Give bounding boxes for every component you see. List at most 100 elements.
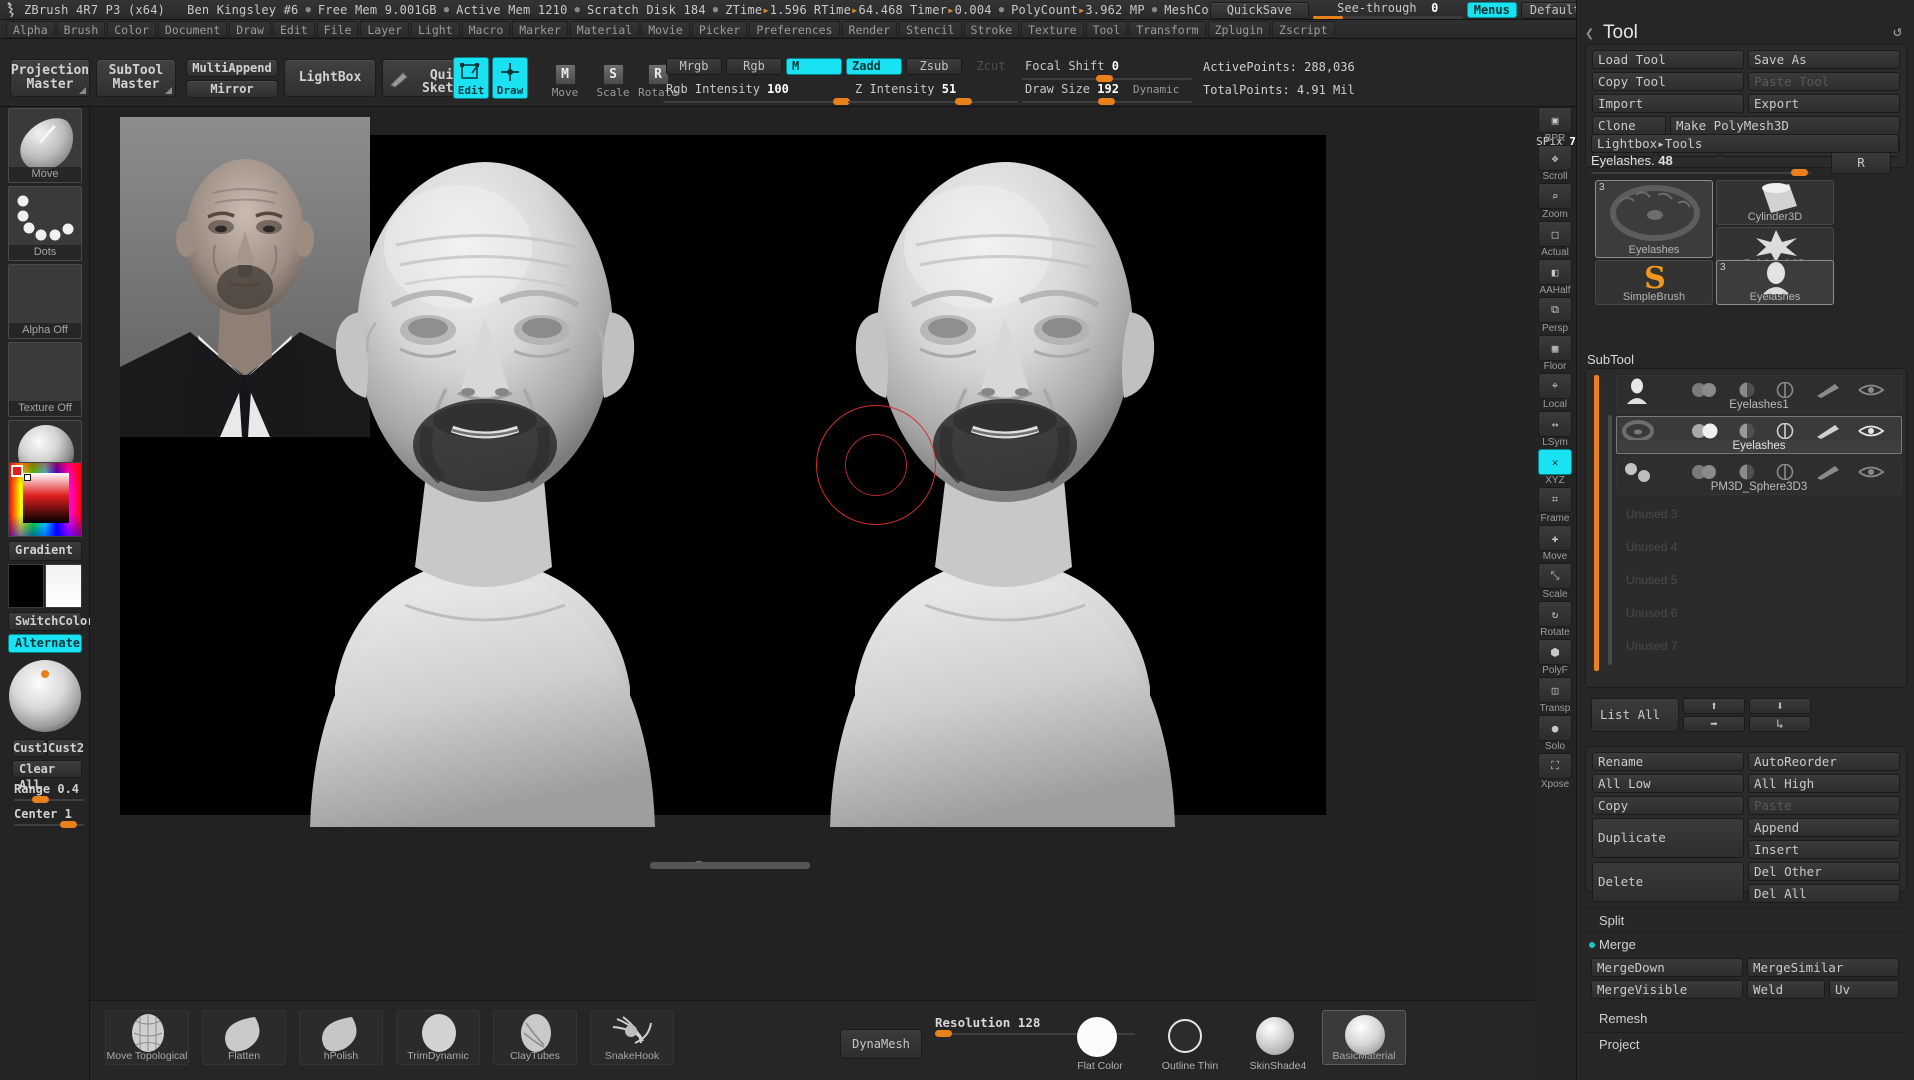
delete-button[interactable]: Delete xyxy=(1592,862,1744,902)
zcut-button[interactable]: Zcut xyxy=(966,58,1016,75)
subtool-toggle-icons[interactable] xyxy=(1689,423,1889,439)
load-tool-button[interactable]: Load Tool xyxy=(1592,50,1744,69)
menus-toggle-button[interactable]: Menus xyxy=(1466,2,1517,18)
center-knob[interactable] xyxy=(60,821,77,828)
current-alpha-swatch[interactable]: Alpha Off xyxy=(8,264,82,339)
menu-item-layer[interactable]: Layer xyxy=(360,20,409,38)
projection-master-button[interactable]: Projection Master xyxy=(10,59,90,97)
edit-mode-button[interactable]: Edit xyxy=(453,57,489,99)
project-section[interactable]: Project xyxy=(1585,1032,1907,1056)
tool-tile-eyelashes-bust[interactable]: 3 Eyelashes xyxy=(1716,260,1834,305)
autoreorder-button[interactable]: AutoReorder xyxy=(1748,752,1900,771)
mrgb-button[interactable]: Mrgb xyxy=(666,58,722,75)
rotate-icon[interactable]: ↻ xyxy=(1538,601,1572,627)
zoom-icon[interactable]: ⌕ xyxy=(1538,183,1572,209)
canvas-horizontal-scrollbar[interactable] xyxy=(650,862,810,869)
material-preview-sphere[interactable] xyxy=(8,659,82,733)
subtool-unused-slot[interactable]: Unused 3 xyxy=(1616,498,1902,531)
subtool-visibility-bar[interactable] xyxy=(1594,375,1599,671)
del-all-button[interactable]: Del All xyxy=(1748,884,1900,903)
make-polymesh3d-button[interactable]: Make PolyMesh3D xyxy=(1670,116,1900,135)
append-button[interactable]: Append xyxy=(1748,818,1900,837)
secondary-color-swatch[interactable] xyxy=(45,564,82,608)
weld-button[interactable]: Weld xyxy=(1747,980,1825,999)
zadd-button[interactable]: Zadd xyxy=(846,58,902,75)
subtool-unused-slot[interactable]: Unused 7 xyxy=(1616,630,1902,663)
brush-flatten[interactable]: Flatten xyxy=(202,1010,286,1065)
save-as-button[interactable]: Save As xyxy=(1748,50,1900,69)
import-button[interactable]: Import xyxy=(1592,94,1744,113)
menu-item-brush[interactable]: Brush xyxy=(56,20,106,38)
lsym-icon[interactable]: ↔ xyxy=(1538,411,1572,437)
menu-item-macro[interactable]: Macro xyxy=(461,20,511,38)
sculpt-bust-right[interactable] xyxy=(720,127,1280,827)
aahalf-icon[interactable]: ◧ xyxy=(1538,259,1572,285)
menu-item-movie[interactable]: Movie xyxy=(641,20,690,38)
menu-item-marker[interactable]: Marker xyxy=(512,20,568,38)
dynamic-toggle[interactable]: Dynamic xyxy=(1133,83,1179,96)
move-icon[interactable]: ✚ xyxy=(1538,525,1572,551)
clear-all-button[interactable]: Clear All xyxy=(12,760,82,792)
copy-button[interactable]: Copy xyxy=(1592,796,1744,815)
m-button[interactable]: M xyxy=(786,58,842,75)
mergevisible-button[interactable]: MergeVisible xyxy=(1591,980,1743,999)
bpr-icon[interactable]: ▣ xyxy=(1538,107,1572,133)
remesh-section[interactable]: Remesh xyxy=(1585,1006,1907,1030)
color-picker[interactable] xyxy=(8,462,82,537)
focal-shift-knob[interactable] xyxy=(1096,75,1113,82)
mergesimilar-button[interactable]: MergeSimilar xyxy=(1747,958,1899,977)
current-tool-knob[interactable] xyxy=(1791,169,1808,176)
z-intensity-slider[interactable]: Z Intensity 51 xyxy=(855,82,956,96)
tool-tile-cylinder3d[interactable]: Cylinder3D xyxy=(1716,180,1834,225)
arrow-branch-icon[interactable]: ↳ xyxy=(1749,716,1811,732)
mirror-button[interactable]: Mirror xyxy=(186,80,278,98)
brush-claytubes[interactable]: ClayTubes xyxy=(493,1010,577,1065)
sculpt-bust-left[interactable] xyxy=(200,127,760,827)
menu-item-tool[interactable]: Tool xyxy=(1085,20,1128,38)
subtool-row-eyelashes[interactable]: Eyelashes xyxy=(1616,416,1902,454)
merge-section[interactable]: Merge xyxy=(1585,932,1907,956)
alternate-button[interactable]: Alternate xyxy=(8,634,82,653)
subtool-master-button[interactable]: SubTool Master xyxy=(96,59,176,97)
scale-mode-button[interactable]: S Scale xyxy=(596,59,630,99)
material-outline-thin[interactable]: Outline Thin xyxy=(1150,1013,1230,1072)
gradient-button[interactable]: Gradient xyxy=(8,541,82,561)
rgb-intensity-slider[interactable]: Rgb Intensity 100 xyxy=(666,82,789,96)
brush-trimdynamic[interactable]: TrimDynamic xyxy=(396,1010,480,1065)
arrow-down-icon[interactable]: ⬇ xyxy=(1749,698,1811,714)
brush-hpolish[interactable]: hPolish xyxy=(299,1010,383,1065)
resolution-knob[interactable] xyxy=(935,1030,952,1037)
menu-item-preferences[interactable]: Preferences xyxy=(749,20,840,38)
dynamesh-button[interactable]: DynaMesh xyxy=(840,1029,922,1059)
menu-item-material[interactable]: Material xyxy=(569,20,640,38)
polyf-icon[interactable]: ⬢ xyxy=(1538,639,1572,665)
cust1-button[interactable]: Cust1 xyxy=(12,739,49,757)
material-basicmaterial[interactable]: BasicMaterial xyxy=(1322,1010,1406,1065)
menu-item-draw[interactable]: Draw xyxy=(229,20,271,38)
menu-item-stroke[interactable]: Stroke xyxy=(963,20,1020,38)
subtool-unused-slot[interactable]: Unused 6 xyxy=(1616,597,1902,630)
local-icon[interactable]: ⌖ xyxy=(1538,373,1572,399)
export-button[interactable]: Export xyxy=(1748,94,1900,113)
back-arrow-icon[interactable]: ❮ xyxy=(1585,24,1594,42)
material-skinshade4[interactable]: SkinShade4 xyxy=(1238,1013,1318,1072)
floor-icon[interactable]: ▦ xyxy=(1538,335,1572,361)
split-section[interactable]: Split xyxy=(1585,908,1907,932)
current-tool-slider[interactable]: Eyelashes. 48 xyxy=(1591,153,1673,168)
frame-icon[interactable]: ⌗ xyxy=(1538,487,1572,513)
paste-tool-button[interactable]: Paste Tool xyxy=(1748,72,1900,91)
all-high-button[interactable]: All High xyxy=(1748,774,1900,793)
menu-item-document[interactable]: Document xyxy=(157,20,228,38)
multiappend-button[interactable]: MultiAppend xyxy=(186,59,278,77)
sculpt-canvas[interactable]: ▲▼ xyxy=(90,107,1534,1000)
scroll-icon[interactable]: ✥ xyxy=(1538,145,1572,171)
rgb-button[interactable]: Rgb xyxy=(726,58,782,75)
menu-item-stencil[interactable]: Stencil xyxy=(899,20,962,38)
quicksave-button[interactable]: QuickSave xyxy=(1209,1,1309,19)
menu-item-render[interactable]: Render xyxy=(841,20,898,38)
subtool-unused-slot[interactable]: Unused 5 xyxy=(1616,564,1902,597)
copy-tool-button[interactable]: Copy Tool xyxy=(1592,72,1744,91)
actual-icon[interactable]: □ xyxy=(1538,221,1572,247)
current-texture-swatch[interactable]: Texture Off xyxy=(8,342,82,417)
solo-icon[interactable]: ● xyxy=(1538,715,1572,741)
